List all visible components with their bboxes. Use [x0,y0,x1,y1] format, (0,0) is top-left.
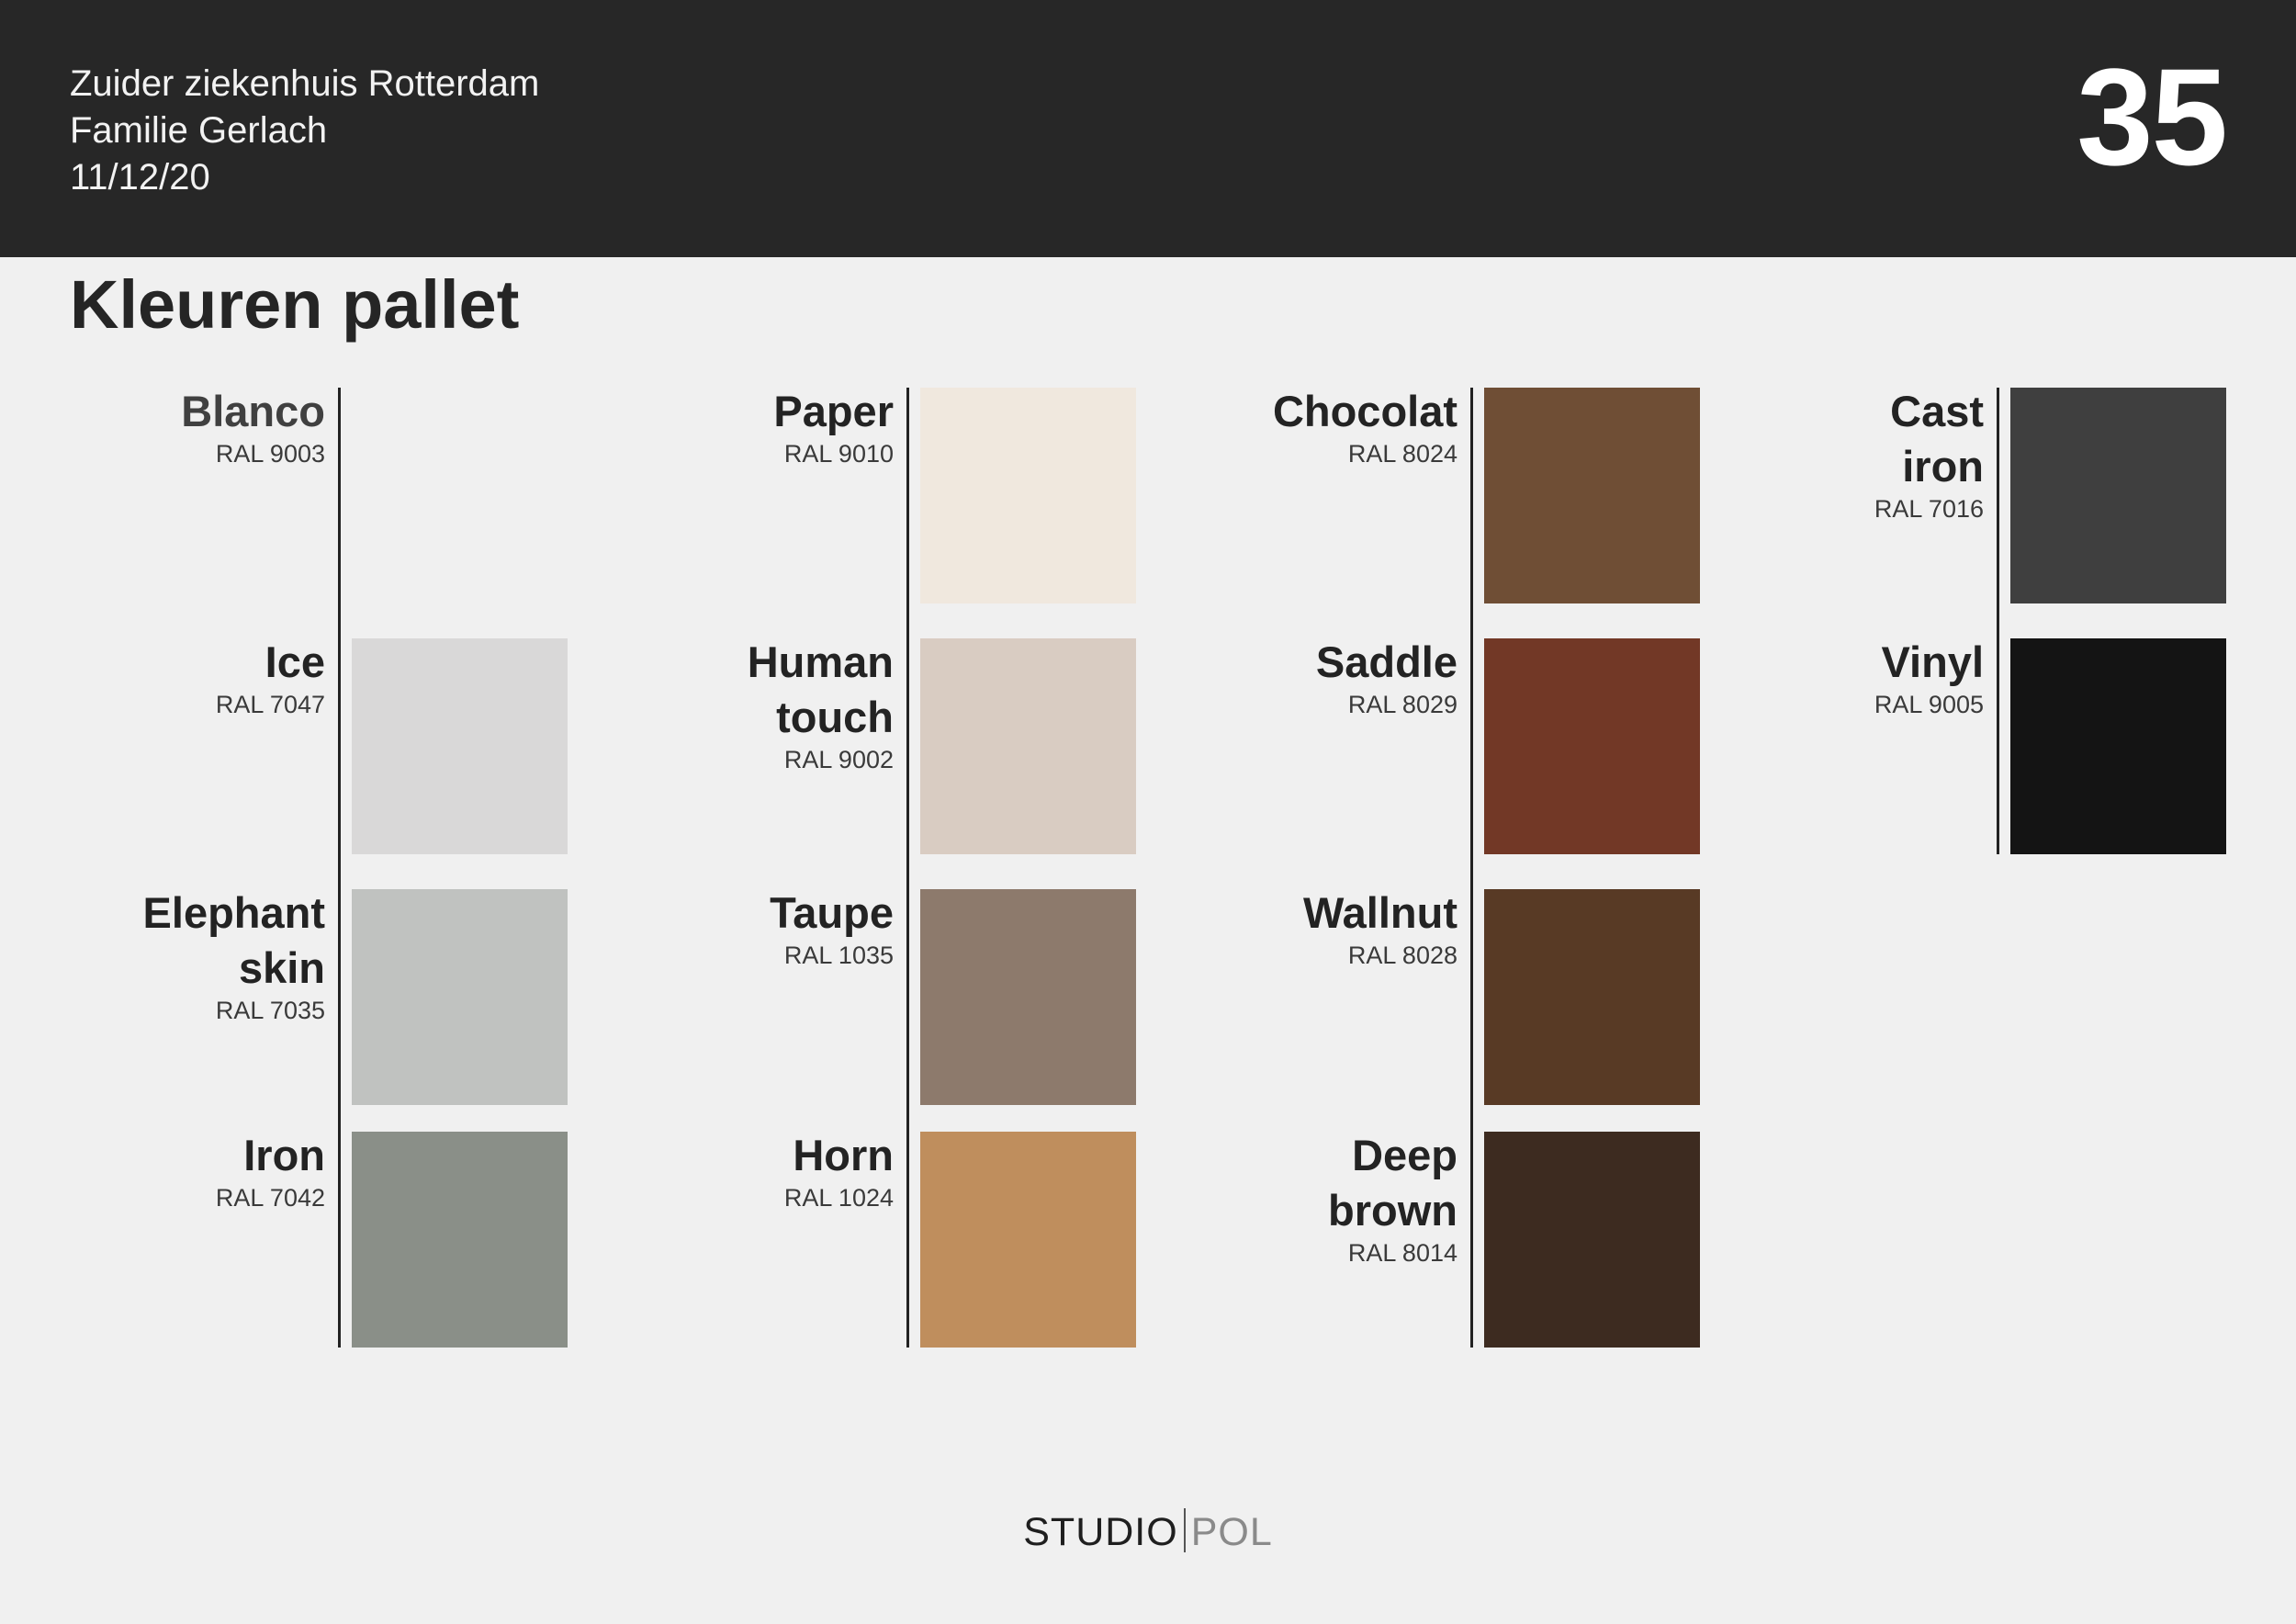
color-label: Paper RAL 9010 [773,384,894,468]
client-name: Familie Gerlach [70,110,328,151]
ral-code: RAL 8024 [1347,440,1458,468]
color-name: Taupe [770,888,894,937]
logo-pol-text: POL [1190,1510,1273,1554]
color-swatch [2010,638,2226,854]
color-swatch [920,638,1136,854]
color-name: Ice [264,637,325,686]
color-name: Cast [1890,387,1984,435]
color-label: Iron RAL 7042 [216,1128,325,1212]
color-label: Deep brown RAL 8014 [1328,1128,1458,1268]
color-swatch [920,388,1136,603]
color-name: Chocolat [1272,387,1458,435]
column-divider [1997,388,1999,854]
ral-code: RAL 8014 [1347,1239,1458,1267]
color-label: Saddle RAL 8029 [1316,635,1458,719]
color-name: brown [1328,1186,1458,1235]
color-name: touch [776,693,894,741]
color-label: Blanco RAL 9003 [181,384,325,468]
header: Zuider ziekenhuis Rotterdam Familie Gerl… [0,0,2296,257]
color-name: Paper [773,387,894,435]
color-name: Deep [1352,1131,1458,1179]
ral-code: RAL 8029 [1347,691,1458,718]
color-name: Saddle [1315,637,1458,686]
color-label: Vinyl RAL 9005 [1874,635,1984,719]
color-name: iron [1902,442,1984,491]
color-name: Iron [243,1131,325,1179]
column-divider [338,388,341,1348]
color-swatch [1484,889,1700,1105]
color-label: Human touch RAL 9002 [748,635,894,774]
color-name: Horn [793,1131,894,1179]
page-number: 35 [2077,39,2228,194]
color-swatch [1484,388,1700,603]
page-title: Kleuren pallet [70,266,520,343]
color-name: skin [238,943,325,992]
color-swatch [352,638,568,854]
ral-code: RAL 9010 [783,440,894,468]
column-divider [906,388,909,1348]
column-divider [1470,388,1473,1348]
color-name: Human [747,637,894,686]
color-label: Chocolat RAL 8024 [1273,384,1458,468]
color-swatch [1484,638,1700,854]
color-swatch [920,1132,1136,1348]
color-swatch [352,889,568,1105]
color-name: Wallnut [1303,888,1458,937]
ral-code: RAL 7016 [1874,495,1984,523]
project-name: Zuider ziekenhuis Rotterdam [70,63,540,104]
logo-studio-text: STUDIO [1023,1510,1178,1554]
color-label: Taupe RAL 1035 [770,885,894,970]
color-label: Wallnut RAL 8028 [1303,885,1458,970]
color-swatch [920,889,1136,1105]
ral-code: RAL 8028 [1347,942,1458,969]
ral-code: RAL 1035 [783,942,894,969]
project-date: 11/12/20 [70,157,210,197]
ral-code: RAL 9003 [215,440,325,468]
color-label: Elephant skin RAL 7035 [143,885,325,1025]
color-swatch [352,388,568,603]
color-name: Elephant [142,888,325,937]
color-swatch [1484,1132,1700,1348]
color-name: Blanco [181,387,325,435]
ral-code: RAL 9002 [783,746,894,773]
ral-code: RAL 9005 [1874,691,1984,718]
ral-code: RAL 7042 [215,1184,325,1212]
color-label: Horn RAL 1024 [784,1128,894,1212]
color-name: Vinyl [1881,637,1984,686]
studio-pol-logo: STUDIO POL [0,1506,2296,1558]
ral-code: RAL 7035 [215,997,325,1024]
project-info: Zuider ziekenhuis Rotterdam Familie Gerl… [70,61,539,201]
ral-code: RAL 7047 [215,691,325,718]
color-label: Ice RAL 7047 [216,635,325,719]
logo-separator [1183,1508,1186,1552]
color-label: Cast iron RAL 7016 [1874,384,1984,524]
color-swatch [2010,388,2226,603]
color-swatch [352,1132,568,1348]
ral-code: RAL 1024 [783,1184,894,1212]
